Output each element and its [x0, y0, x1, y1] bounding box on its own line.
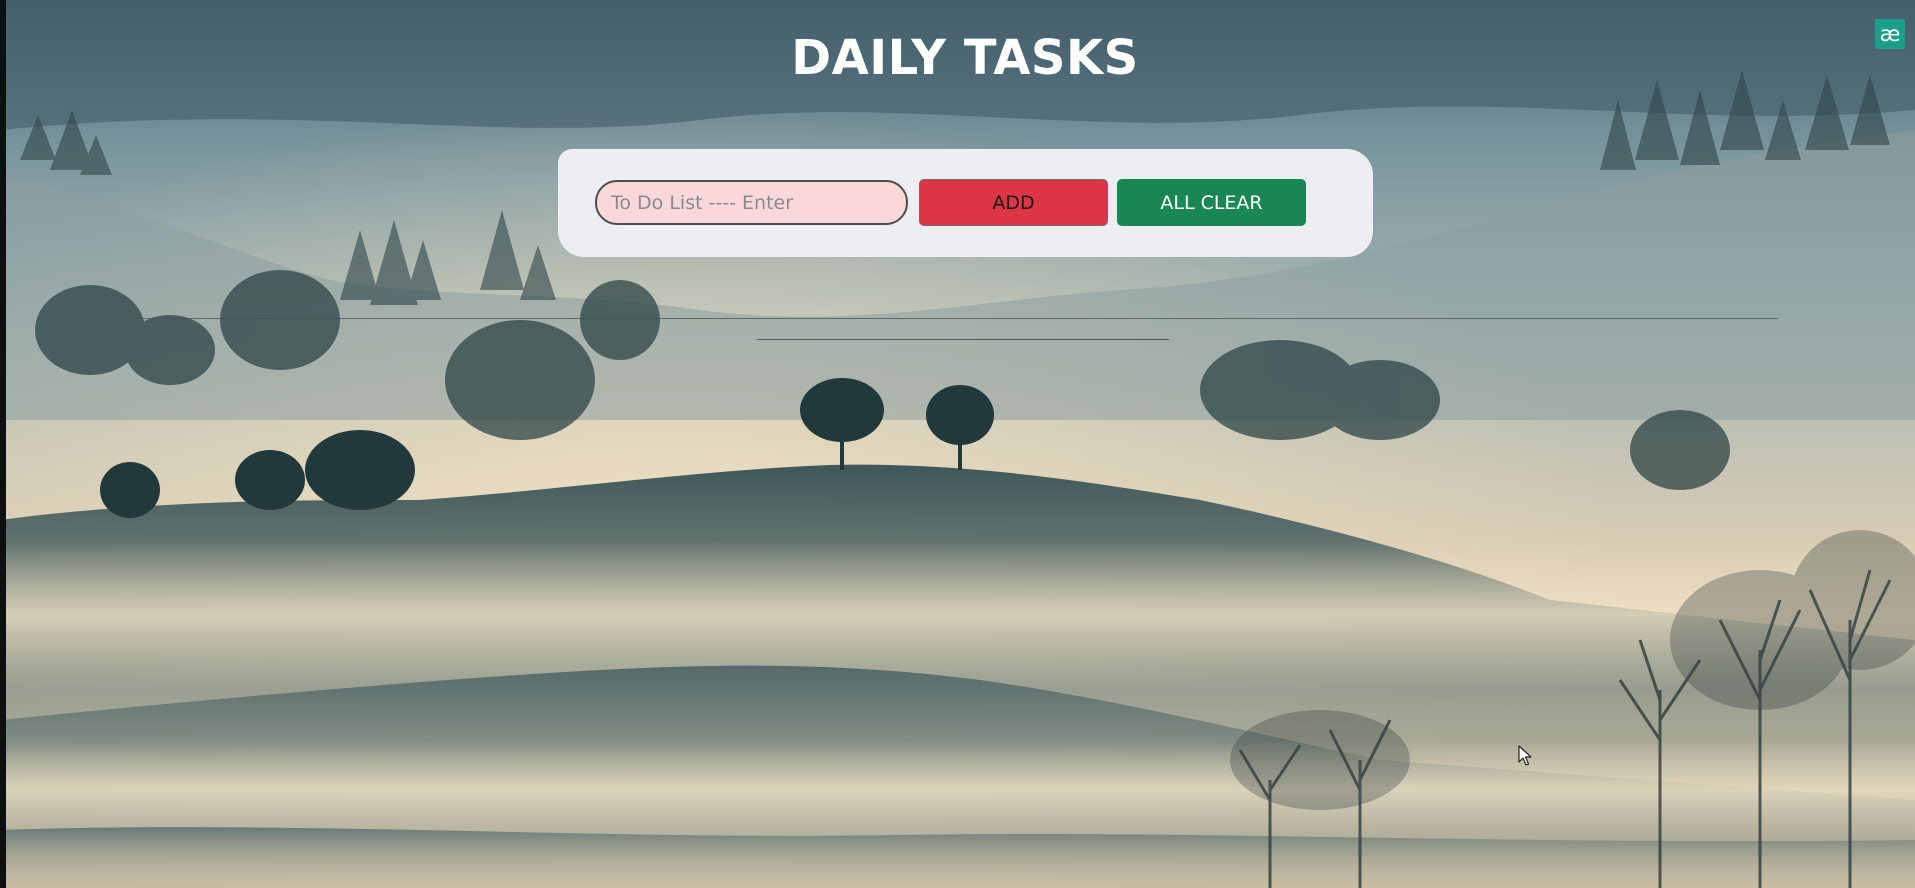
divider-line — [138, 318, 1778, 319]
task-list-underline — [757, 339, 1169, 340]
task-form-card: ADD ALL CLEAR — [558, 149, 1373, 257]
all-clear-button[interactable]: ALL CLEAR — [1117, 179, 1306, 226]
extension-badge-icon[interactable]: æ — [1875, 19, 1905, 49]
mouse-cursor-icon — [1518, 745, 1532, 766]
task-input[interactable] — [595, 180, 908, 225]
window-left-edge — [0, 0, 6, 888]
page-title: DAILY TASKS — [791, 30, 1139, 86]
background-landscape — [0, 0, 1915, 888]
add-button[interactable]: ADD — [919, 179, 1108, 226]
